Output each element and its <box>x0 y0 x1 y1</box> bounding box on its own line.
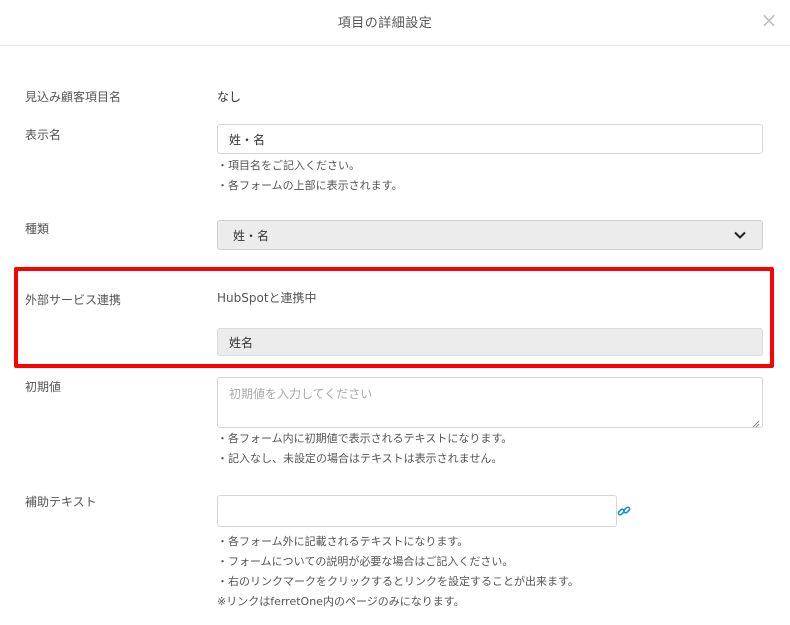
display-name-hint-1: ・項目名をご記入ください。 <box>217 159 360 172</box>
external-service-status: HubSpotと連携中 <box>217 291 317 305</box>
external-service-mapped-field: 姓名 <box>217 328 763 356</box>
initial-value-placeholder: 初期値を入力してください <box>229 387 373 401</box>
external-service-label: 外部サービス連携 <box>25 293 122 307</box>
display-name-label: 表示名 <box>25 128 62 142</box>
help-text-hint-1: ・各フォーム外に記載されるテキストになります。 <box>217 535 469 548</box>
type-selected-value: 姓・名 <box>233 228 270 243</box>
initial-value-hint-2: ・記入なし、未設定の場合はテキストは表示されません。 <box>217 452 503 465</box>
help-text-hint-2: ・フォームについての説明が必要な場合はご記入ください。 <box>217 555 514 568</box>
help-text-input[interactable] <box>217 495 617 527</box>
initial-value-textarea[interactable]: 初期値を入力してください <box>217 377 763 428</box>
initial-value-hint-1: ・各フォーム内に初期値で表示されるテキストになります。 <box>217 432 513 445</box>
type-select[interactable]: 姓・名 <box>217 220 763 250</box>
help-text-label: 補助テキスト <box>25 495 97 509</box>
modal-title: 項目の詳細設定 <box>337 16 433 31</box>
display-name-value: 姓・名 <box>229 132 266 147</box>
help-text-hint-4: ※リンクはferretOne内のページのみになります。 <box>217 595 465 608</box>
chevron-down-icon <box>733 228 747 242</box>
close-icon[interactable]: × <box>760 9 778 31</box>
prospect-field-value: なし <box>217 90 242 104</box>
help-text-hint-3: ・右のリンクマークをクリックするとリンクを設定することが出来ます。 <box>217 575 579 588</box>
modal-header: 項目の詳細設定 × <box>0 0 790 46</box>
resize-grip-icon[interactable] <box>752 417 760 428</box>
link-icon[interactable] <box>617 503 631 517</box>
prospect-field-label: 見込み顧客項目名 <box>25 90 122 104</box>
display-name-input[interactable]: 姓・名 <box>217 124 763 154</box>
type-label: 種類 <box>25 222 50 236</box>
display-name-hint-2: ・各フォームの上部に表示されます。 <box>217 179 403 192</box>
initial-value-label: 初期値 <box>25 380 62 394</box>
external-service-mapped-value: 姓名 <box>229 335 254 350</box>
